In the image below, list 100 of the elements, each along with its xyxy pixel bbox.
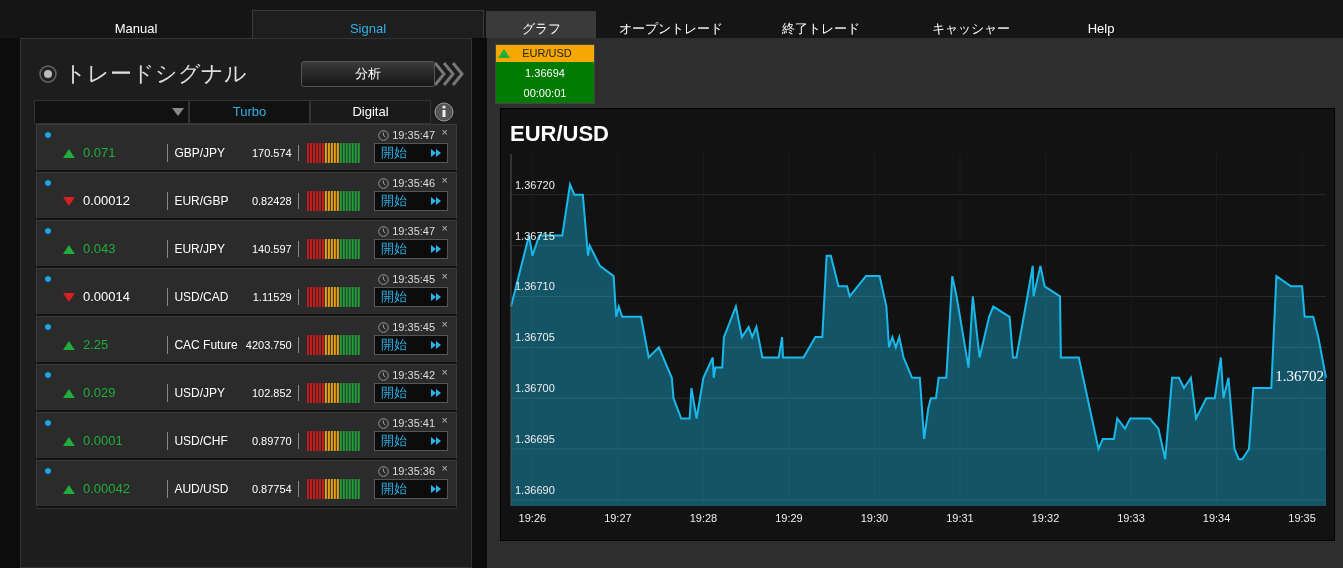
clock-icon [378, 225, 389, 237]
current-price-label: 1.36702 [1275, 367, 1324, 384]
strength-meter-drawing [306, 143, 361, 163]
y-axis-label: 1.36695 [515, 433, 555, 446]
strength-meter-drawing [306, 191, 361, 211]
mode-tab[interactable]: Signal [252, 9, 484, 38]
fast-forward-icon [431, 149, 441, 157]
pair-name: CAC Future [167, 336, 245, 354]
price-value: 1.11529 [244, 288, 299, 306]
y-axis-label: 1.36700 [515, 382, 555, 395]
x-axis-label: 19:29 [775, 512, 803, 524]
price-value: 0.89770 [244, 432, 299, 450]
signal-time: 19:35:45 [392, 271, 436, 287]
radio-icon [39, 64, 57, 83]
fast-forward-icon [431, 389, 441, 397]
close-button[interactable]: × [441, 363, 448, 381]
start-button[interactable]: 開始 [374, 287, 448, 307]
close-button[interactable]: × [441, 411, 448, 429]
dropdown-field[interactable] [34, 100, 189, 124]
nav-tab[interactable]: オープントレード [596, 10, 746, 38]
signal-time: 19:35:36 [392, 463, 436, 479]
price-value: 140.597 [244, 240, 299, 258]
start-button[interactable]: 開始 [374, 143, 448, 163]
close-button[interactable]: × [441, 123, 448, 141]
start-button[interactable]: 開始 [374, 191, 448, 211]
fast-forward-icon [431, 197, 441, 205]
status-dot [45, 420, 51, 426]
close-button[interactable]: × [441, 171, 448, 189]
pair-name: AUD/USD [167, 480, 245, 498]
fast-forward-icon [431, 245, 441, 253]
nav-tab[interactable]: キャッシャー [896, 10, 1046, 38]
filter-tab[interactable]: Turbo [189, 100, 310, 124]
ticker-pair: EUR/USD [521, 46, 573, 61]
y-axis-label: 1.36710 [515, 280, 555, 293]
x-axis-label: 19:26 [518, 512, 547, 524]
pair-name: EUR/JPY [167, 240, 245, 258]
clock-icon [378, 369, 389, 381]
x-axis-label: 19:30 [860, 512, 889, 524]
close-button[interactable]: × [441, 219, 448, 237]
pair-name: USD/CHF [167, 432, 245, 450]
status-dot [45, 468, 51, 474]
pair-name: GBP/JPY [167, 144, 245, 162]
signal-time: 19:35:45 [392, 319, 436, 335]
status-dot [45, 132, 51, 138]
start-button[interactable]: 開始 [374, 479, 448, 499]
price-value: 0.87754 [244, 480, 299, 498]
mode-tab[interactable]: Manual [20, 8, 252, 38]
x-axis-label: 19:34 [1202, 512, 1231, 524]
signal-time: 19:35:41 [392, 415, 436, 431]
pair-name: EUR/GBP [167, 192, 245, 210]
status-dot [45, 372, 51, 378]
strength-meter-drawing [306, 287, 361, 307]
change-value: 2.25 [82, 336, 110, 355]
start-button[interactable]: 開始 [374, 431, 448, 451]
start-button[interactable]: 開始 [374, 239, 448, 259]
fast-forward-icon [431, 437, 441, 445]
change-value: 0.00012 [82, 192, 131, 211]
close-button[interactable]: × [441, 315, 448, 333]
ticker-card[interactable]: EUR/USD 1.36694 00:00:01 [495, 44, 595, 104]
change-value: 0.029 [82, 384, 117, 403]
info-icon[interactable] [434, 102, 454, 122]
pair-name: USD/CAD [167, 288, 245, 306]
ticker-timer: 00:00:01 [522, 85, 568, 101]
caret-icon [172, 108, 184, 116]
y-axis-label: 1.36690 [515, 483, 555, 496]
pair-name: USD/JPY [167, 384, 245, 402]
clock-icon [378, 465, 389, 477]
close-button[interactable]: × [441, 459, 448, 477]
change-value: 0.00042 [82, 480, 131, 499]
start-button[interactable]: 開始 [374, 335, 448, 355]
nav-tab[interactable]: Help [1046, 10, 1156, 38]
strength-meter-drawing [306, 239, 361, 259]
analysis-button[interactable]: 分析 [301, 60, 435, 87]
status-dot [45, 276, 51, 282]
clock-icon [378, 273, 389, 285]
clock-icon [378, 417, 389, 429]
x-axis-label: 19:35 [1288, 512, 1316, 524]
change-value: 0.00014 [82, 288, 131, 307]
fast-forward-icon [431, 485, 441, 493]
price-value: 102.852 [244, 384, 299, 402]
fast-forward-icon [431, 293, 441, 301]
strength-meter-drawing [306, 383, 361, 403]
chevrons-icon [435, 61, 465, 86]
nav-tab[interactable]: グラフ [486, 10, 596, 38]
filter-tab[interactable]: Digital [310, 100, 431, 124]
start-button[interactable]: 開始 [374, 383, 448, 403]
y-axis-label: 1.36705 [515, 331, 555, 344]
x-axis-label: 19:31 [946, 512, 974, 524]
nav-tab[interactable]: 終了トレード [746, 10, 896, 38]
status-dot [45, 228, 51, 234]
signal-time: 19:35:42 [392, 367, 436, 383]
x-axis-label: 19:28 [689, 512, 718, 524]
change-value: 0.0001 [82, 432, 124, 451]
x-axis-label: 19:32 [1031, 512, 1060, 524]
y-axis-label: 1.36720 [515, 178, 555, 191]
close-button[interactable]: × [441, 267, 448, 285]
price-value: 4203.750 [244, 336, 299, 354]
fast-forward-icon [431, 341, 441, 349]
signal-time: 19:35:47 [392, 223, 436, 239]
change-value: 0.043 [82, 240, 117, 259]
